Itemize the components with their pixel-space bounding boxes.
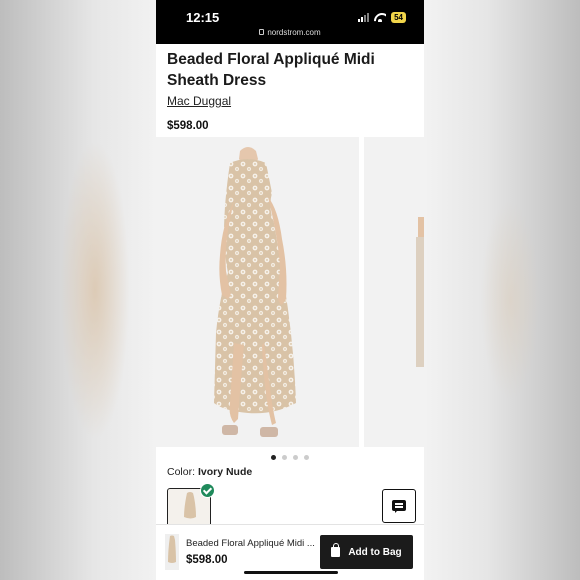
add-to-bag-label: Add to Bag [348, 546, 402, 558]
dress-front-photo [214, 147, 296, 437]
bottom-product-name: Beaded Floral Appliqué Midi ... [186, 538, 315, 549]
product-image-main[interactable] [156, 137, 359, 447]
bag-icon [331, 543, 341, 557]
background-dress-blur [60, 140, 130, 440]
gallery-dot[interactable] [304, 455, 309, 460]
background-dress-blur [480, 200, 540, 400]
product-gallery[interactable] [156, 137, 424, 449]
bottom-dress-image [168, 535, 176, 563]
color-label: Color: Ivory Nude [167, 466, 252, 478]
product-price: $598.00 [167, 120, 209, 132]
chat-icon [392, 500, 406, 513]
home-indicator[interactable] [244, 571, 338, 574]
status-icons: 54 [358, 12, 406, 23]
bottom-product-thumbnail [165, 534, 179, 570]
battery-icon: 54 [391, 12, 406, 23]
signal-icon [358, 13, 370, 22]
url-bar[interactable]: nordstrom.com [156, 28, 424, 37]
dress-partial-photo [416, 217, 424, 367]
gallery-dot[interactable] [271, 455, 276, 460]
lock-icon [259, 28, 265, 35]
chat-button[interactable] [382, 489, 416, 523]
color-label-prefix: Color: [167, 466, 198, 478]
url-text: nordstrom.com [267, 28, 321, 37]
check-icon [200, 483, 215, 498]
gallery-pagination[interactable] [156, 455, 424, 460]
phone-screen: 12:15 54 nordstrom.com Beaded Floral App… [156, 0, 424, 580]
brand-link[interactable]: Mac Duggal [167, 94, 231, 108]
product-title: Beaded Floral Appliqué Midi Sheath Dress [167, 51, 375, 89]
product-image-next[interactable] [364, 137, 424, 447]
gallery-dot[interactable] [282, 455, 287, 460]
status-time: 12:15 [186, 10, 220, 25]
bottom-product-price: $598.00 [186, 554, 228, 566]
add-to-bag-button[interactable]: Add to Bag [320, 535, 413, 569]
status-bar: 12:15 54 nordstrom.com [156, 0, 424, 44]
gallery-dot[interactable] [293, 455, 298, 460]
color-value: Ivory Nude [197, 466, 253, 478]
wifi-icon [374, 13, 386, 22]
